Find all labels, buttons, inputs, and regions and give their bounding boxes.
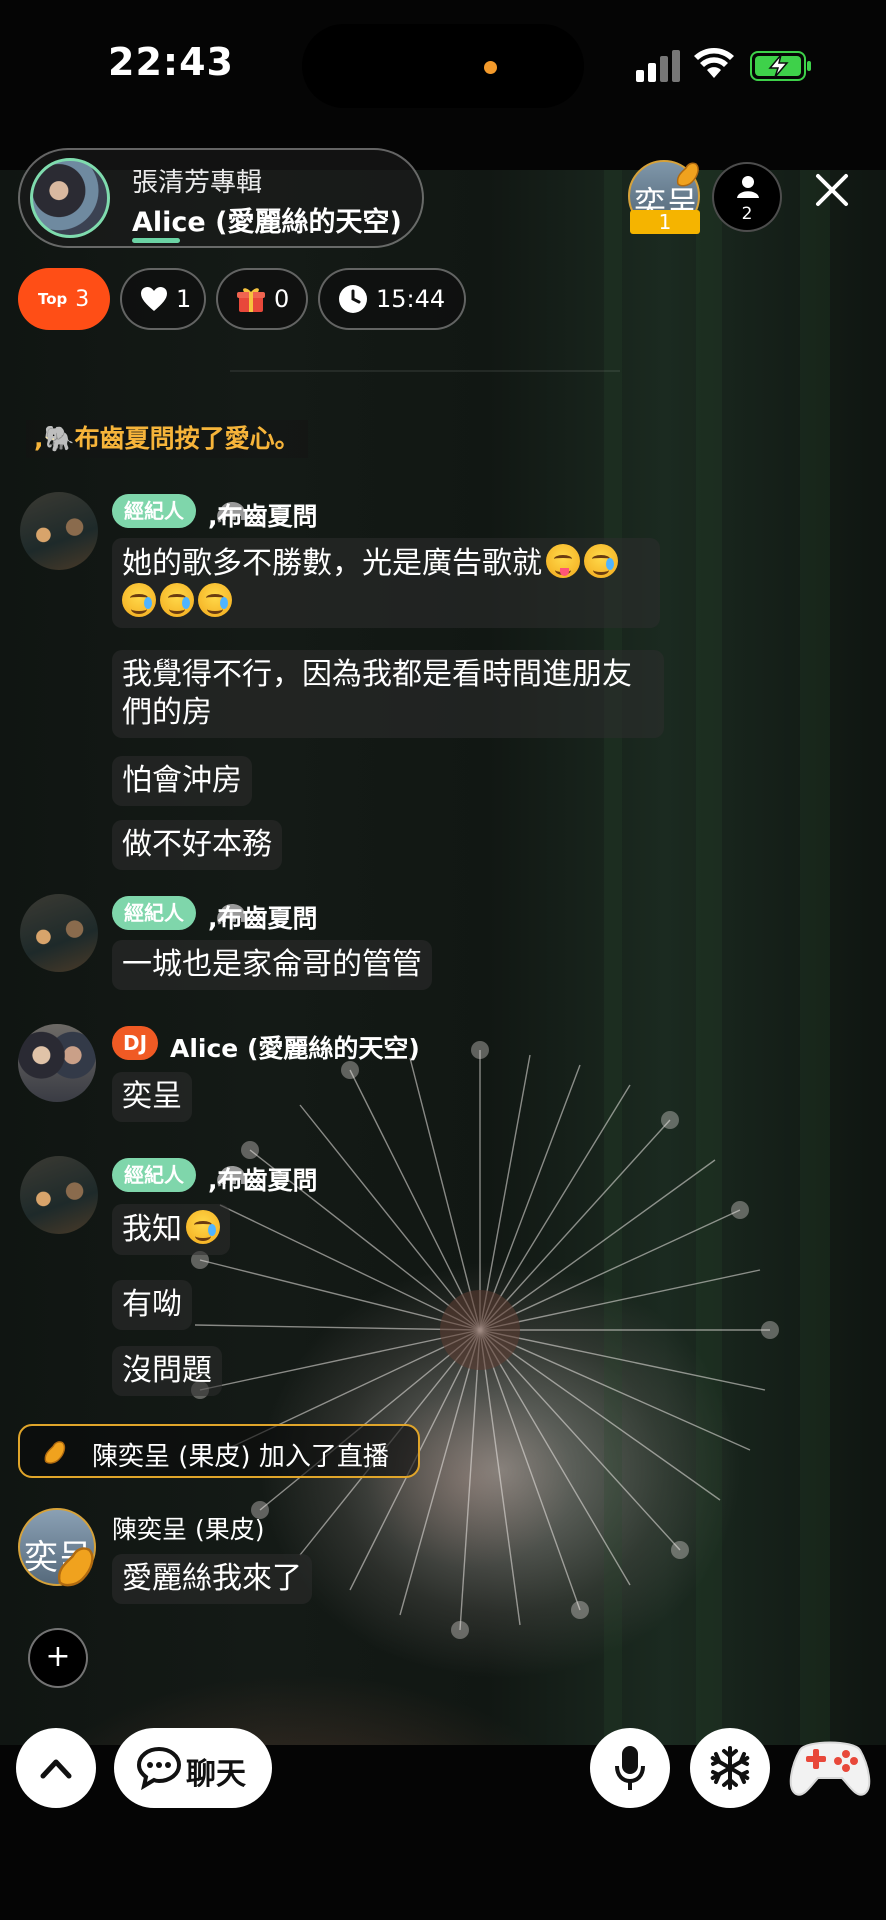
- chat-message: 做不好本務: [112, 820, 282, 870]
- chat-message: 我知: [112, 1204, 230, 1255]
- sender-name: ,布齒夏問: [208, 1166, 318, 1195]
- mic-button[interactable]: [590, 1728, 670, 1808]
- message-text: 愛麗絲我來了: [122, 1561, 302, 1596]
- chat-message: 我覺得不行，因為我都是看時間進朋友們的房: [112, 650, 664, 738]
- gift-icon: [237, 288, 265, 312]
- fire-hand-icon: [676, 162, 699, 187]
- close-icon[interactable]: [810, 168, 854, 212]
- chat-button[interactable]: 聊天: [114, 1728, 272, 1808]
- expand-button[interactable]: [16, 1728, 96, 1808]
- message-text: 我知: [122, 1212, 182, 1247]
- plus-button[interactable]: +: [28, 1628, 88, 1688]
- host-info-pill[interactable]: 張清芳專輯 Alice (愛麗絲的天空): [18, 148, 424, 248]
- message-text: 沒問題: [122, 1353, 212, 1388]
- snowflake-icon: [710, 1746, 750, 1790]
- join-text: 陳奕呈 (果皮) 加入了直播: [92, 1442, 389, 1472]
- background-stripe: [800, 170, 830, 1745]
- agent-tag: 經紀人: [112, 494, 196, 528]
- wifi-icon: [694, 48, 734, 78]
- host-chat-avatar[interactable]: [18, 1024, 96, 1102]
- top-fan-rank: 1: [630, 210, 700, 234]
- crying-face-emoji: [160, 583, 194, 617]
- chat-message: 怕會沖房: [112, 756, 252, 806]
- clock-icon: [339, 285, 367, 313]
- crying-face-emoji: [584, 544, 618, 578]
- message-text: 她的歌多不勝數，光是廣告歌就: [122, 546, 542, 581]
- chat-message: 沒問題: [112, 1346, 222, 1396]
- chat-message: 奕呈: [112, 1072, 192, 1122]
- user-avatar[interactable]: [20, 492, 98, 570]
- chevron-up-icon: [40, 1759, 72, 1779]
- sender-name: 陳奕呈 (果皮): [112, 1515, 265, 1544]
- status-time: 22:43: [108, 40, 234, 84]
- user-avatar[interactable]: [20, 894, 98, 972]
- rofl-emoji: [186, 1210, 220, 1244]
- zany-face-emoji: [546, 544, 580, 578]
- message-text: 做不好本務: [122, 827, 272, 862]
- top-label: Top: [38, 290, 68, 308]
- host-underline: [132, 238, 180, 243]
- message-text: 怕會沖房: [122, 763, 242, 798]
- top-rank-chip[interactable]: Top 3: [18, 268, 110, 330]
- viewer-count: 2: [741, 204, 753, 224]
- viewer-count-button[interactable]: 2: [712, 162, 782, 232]
- host-name: Alice (愛麗絲的天空): [132, 207, 402, 238]
- chat-bubble-icon: [136, 1746, 182, 1790]
- likes-chip[interactable]: 1: [120, 268, 206, 330]
- sender-name: ,布齒夏問: [208, 502, 318, 531]
- stream-duration: 15:44: [376, 285, 446, 313]
- top-value: 3: [75, 286, 90, 312]
- join-notification: 陳奕呈 (果皮) 加入了直播: [18, 1424, 420, 1478]
- likes-count: 1: [176, 285, 192, 313]
- message-text: 一城也是家侖哥的管管: [122, 947, 422, 982]
- chat-message: 有呦: [112, 1280, 192, 1330]
- system-like-message: ,🐘布齒夏問按了愛心。: [26, 420, 308, 458]
- recording-indicator: [484, 61, 497, 74]
- top-fan-badge[interactable]: 奕呈 1: [628, 160, 704, 236]
- gifts-count: 0: [274, 285, 290, 313]
- chat-message: 一城也是家侖哥的管管: [112, 940, 432, 990]
- sender-name: ,布齒夏問: [208, 904, 318, 933]
- agent-tag: 經紀人: [112, 1158, 196, 1192]
- person-icon: [737, 176, 759, 198]
- room-title: 張清芳專輯: [132, 168, 263, 198]
- battery-charging-icon: [750, 51, 811, 81]
- message-text: 有呦: [122, 1287, 182, 1322]
- divider: [230, 370, 620, 372]
- user-avatar[interactable]: [20, 1156, 98, 1234]
- crying-face-emoji: [122, 583, 156, 617]
- agent-tag: 經紀人: [112, 896, 196, 930]
- gamepad-icon[interactable]: [786, 1732, 874, 1802]
- sender-name: Alice (愛麗絲的天空): [170, 1034, 420, 1063]
- fire-hand-icon: [57, 1547, 94, 1587]
- signal-icon: [636, 50, 680, 82]
- gifts-chip[interactable]: 0: [216, 268, 308, 330]
- chat-message: 她的歌多不勝數，光是廣告歌就: [112, 538, 660, 628]
- fire-hand-icon: [44, 1441, 66, 1464]
- heart-icon: [141, 287, 167, 311]
- duration-chip: 15:44: [318, 268, 466, 330]
- effects-button[interactable]: [690, 1728, 770, 1808]
- chat-message: 愛麗絲我來了: [112, 1554, 312, 1604]
- mic-icon: [615, 1746, 645, 1790]
- message-text: 奕呈: [122, 1079, 182, 1114]
- dj-tag: DJ: [112, 1026, 158, 1060]
- host-avatar[interactable]: [30, 158, 110, 238]
- rofl-emoji: [198, 583, 232, 617]
- chat-label: 聊天: [186, 1757, 246, 1792]
- message-text: 我覺得不行，因為我都是看時間進朋友們的房: [122, 657, 632, 730]
- dynamic-island: [302, 24, 584, 108]
